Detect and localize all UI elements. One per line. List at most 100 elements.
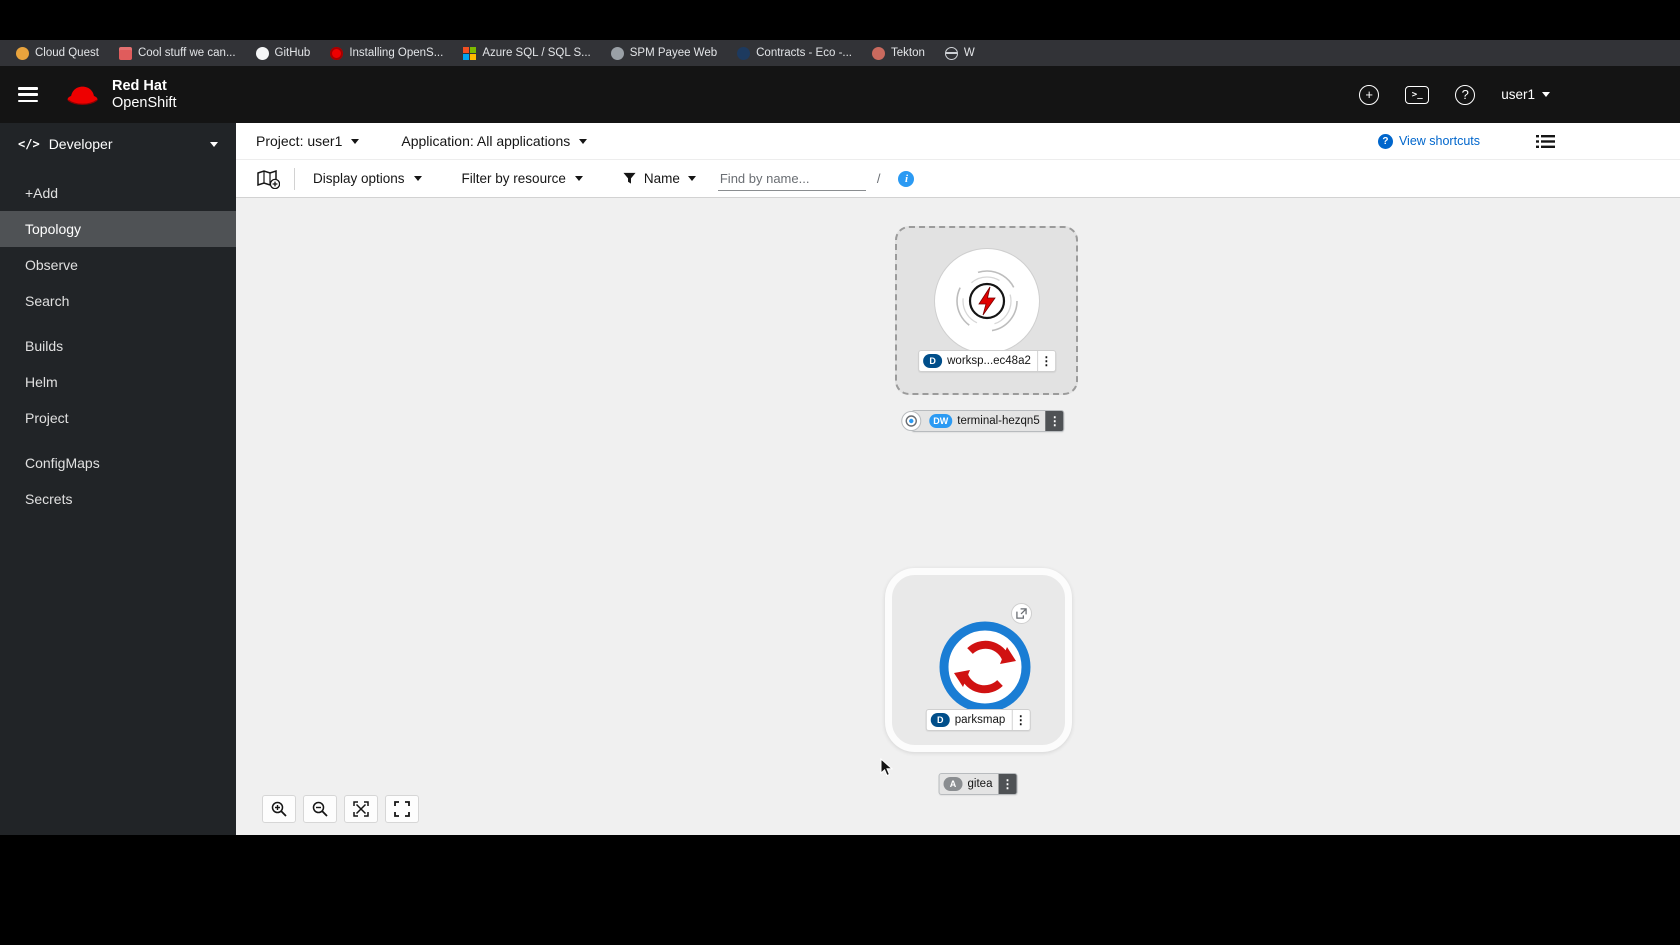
display-options-label: Display options	[313, 171, 405, 186]
perspective-label: Developer	[48, 136, 113, 152]
nav-section-gap	[0, 319, 236, 328]
browser-bookmarks-bar: Cloud Quest Cool stuff we can... GitHub …	[0, 40, 1680, 66]
bookmark-label: Contracts - Eco -...	[756, 47, 852, 59]
context-bar: Project: user1 Application: All applicat…	[236, 123, 1680, 160]
sidebar-item-secrets[interactable]: Secrets	[0, 481, 236, 517]
filter-funnel-icon	[623, 172, 636, 184]
bookmark-label: SPM Payee Web	[629, 47, 718, 59]
toolbar-divider	[294, 167, 295, 190]
sidebar-item-project[interactable]: Project	[0, 400, 236, 436]
workspace-node-circle[interactable]	[934, 249, 1039, 353]
bookmark-github[interactable]: GitHub	[255, 46, 311, 60]
sidebar-nav: +Add Topology Observe Search Builds Helm…	[0, 175, 236, 517]
export-application-map-icon[interactable]	[256, 169, 280, 189]
sidebar: </> Developer +Add Topology Observe Sear…	[0, 123, 236, 835]
view-shortcuts-link[interactable]: ? View shortcuts	[1377, 133, 1480, 149]
list-view-toggle-icon[interactable]	[1536, 134, 1555, 149]
sidebar-item-observe[interactable]: Observe	[0, 247, 236, 283]
external-link-icon	[1016, 608, 1027, 619]
sidebar-item-builds[interactable]: Builds	[0, 328, 236, 364]
bookmark-cool-stuff[interactable]: Cool stuff we can...	[118, 46, 236, 60]
bookmark-label: W	[963, 47, 975, 59]
sidebar-item-search[interactable]: Search	[0, 283, 236, 319]
reading-list-favicon	[118, 46, 132, 60]
bookmark-contracts[interactable]: Contracts - Eco -...	[737, 46, 852, 60]
filter-by-resource-dropdown[interactable]: Filter by resource	[462, 171, 583, 186]
view-shortcuts-label: View shortcuts	[1398, 134, 1480, 148]
project-selector-label: Project: user1	[256, 133, 343, 149]
sidebar-item-add[interactable]: +Add	[0, 175, 236, 211]
developer-perspective-icon: </>	[18, 137, 40, 151]
github-favicon	[255, 46, 269, 60]
zoom-in-button[interactable]	[262, 795, 296, 823]
deployment-badge: D	[930, 713, 950, 727]
sidebar-item-topology[interactable]: Topology	[0, 211, 236, 247]
info-icon[interactable]: i	[898, 170, 915, 187]
help-icon[interactable]: ?	[1455, 84, 1476, 105]
gitea-node-label[interactable]: A gitea	[938, 773, 1018, 795]
bookmark-label: Tekton	[890, 47, 925, 59]
display-options-dropdown[interactable]: Display options	[313, 171, 422, 186]
bookmark-tekton[interactable]: Tekton	[871, 46, 925, 60]
chevron-down-icon	[687, 176, 696, 181]
project-selector[interactable]: Project: user1	[256, 133, 360, 149]
bookmark-label: Cloud Quest	[35, 47, 99, 59]
user-menu[interactable]: user1	[1501, 87, 1550, 102]
hamburger-menu-icon[interactable]	[18, 87, 38, 102]
external-link-decorator[interactable]	[1011, 603, 1032, 624]
deployment-badge: D	[923, 354, 943, 368]
add-plus-circle-icon[interactable]: +	[1359, 84, 1380, 105]
bookmark-label: GitHub	[274, 47, 311, 59]
fullscreen-button[interactable]	[385, 795, 419, 823]
name-filter-dropdown[interactable]: Name	[623, 171, 696, 186]
node-label-text: parksmap	[954, 714, 1006, 726]
zoom-out-button[interactable]	[303, 795, 337, 823]
parksmap-node[interactable]	[937, 619, 1033, 715]
bookmark-w[interactable]: W	[944, 46, 975, 60]
redhat-openshift-logo[interactable]: Red Hat OpenShift	[64, 78, 177, 111]
web-terminal-icon[interactable]: >_	[1405, 85, 1430, 104]
kebab-menu-icon[interactable]	[1045, 411, 1064, 431]
application-selector-label: Application: All applications	[401, 133, 571, 149]
application-selector[interactable]: Application: All applications	[401, 133, 588, 149]
azure-favicon	[463, 46, 477, 60]
terminal-node-label[interactable]: DW terminal-hezqn5	[901, 410, 1065, 432]
node-label-text: worksp...ec48a2	[947, 355, 1031, 367]
workspace-node-label[interactable]: D worksp...ec48a2	[918, 350, 1056, 372]
spm-favicon	[610, 46, 624, 60]
slash-shortcut-hint: /	[876, 171, 881, 186]
topology-canvas[interactable]: D worksp...ec48a2 DW terminal-hezqn5	[236, 198, 1680, 835]
chevron-down-icon	[574, 176, 583, 181]
zoom-in-icon	[271, 801, 287, 817]
bookmark-installing-openshift[interactable]: Installing OpenS...	[330, 46, 443, 60]
main-content: Project: user1 Application: All applicat…	[236, 123, 1680, 835]
bookmark-label: Cool stuff we can...	[137, 47, 236, 59]
chevron-down-icon	[579, 138, 588, 144]
brand-text: Red Hat OpenShift	[112, 78, 177, 110]
parksmap-node-label[interactable]: D parksmap	[925, 709, 1031, 731]
bookmark-spm-payee-web[interactable]: SPM Payee Web	[610, 46, 718, 60]
masthead: Red Hat OpenShift + >_ ? user1	[0, 66, 1680, 123]
nav-section-gap	[0, 436, 236, 445]
bookmark-azure-sql[interactable]: Azure SQL / SQL S...	[463, 46, 591, 60]
sidebar-item-configmaps[interactable]: ConfigMaps	[0, 445, 236, 481]
fit-to-screen-button[interactable]	[344, 795, 378, 823]
kebab-menu-icon[interactable]	[1036, 351, 1055, 371]
devworkspace-badge: DW	[929, 414, 953, 428]
letterbox-bottom	[0, 835, 1680, 945]
openshift-favicon	[330, 46, 344, 60]
topology-toolbar: Display options Filter by resource Name …	[236, 160, 1680, 198]
kebab-menu-icon[interactable]	[1011, 710, 1029, 730]
parksmap-ring	[939, 621, 1031, 713]
brand-redhat: Red Hat	[112, 78, 167, 95]
find-by-name-input[interactable]	[717, 166, 866, 191]
kebab-menu-icon[interactable]	[998, 774, 1017, 794]
fullscreen-icon	[394, 801, 410, 817]
bookmark-cloud-quest[interactable]: Cloud Quest	[16, 46, 99, 60]
contracts-favicon	[737, 46, 751, 60]
sidebar-item-helm[interactable]: Helm	[0, 364, 236, 400]
chevron-down-icon	[351, 138, 360, 144]
node-label-text: terminal-hezqn5	[957, 415, 1040, 427]
brand-openshift: OpenShift	[112, 94, 177, 111]
perspective-switcher[interactable]: </> Developer	[0, 123, 236, 161]
